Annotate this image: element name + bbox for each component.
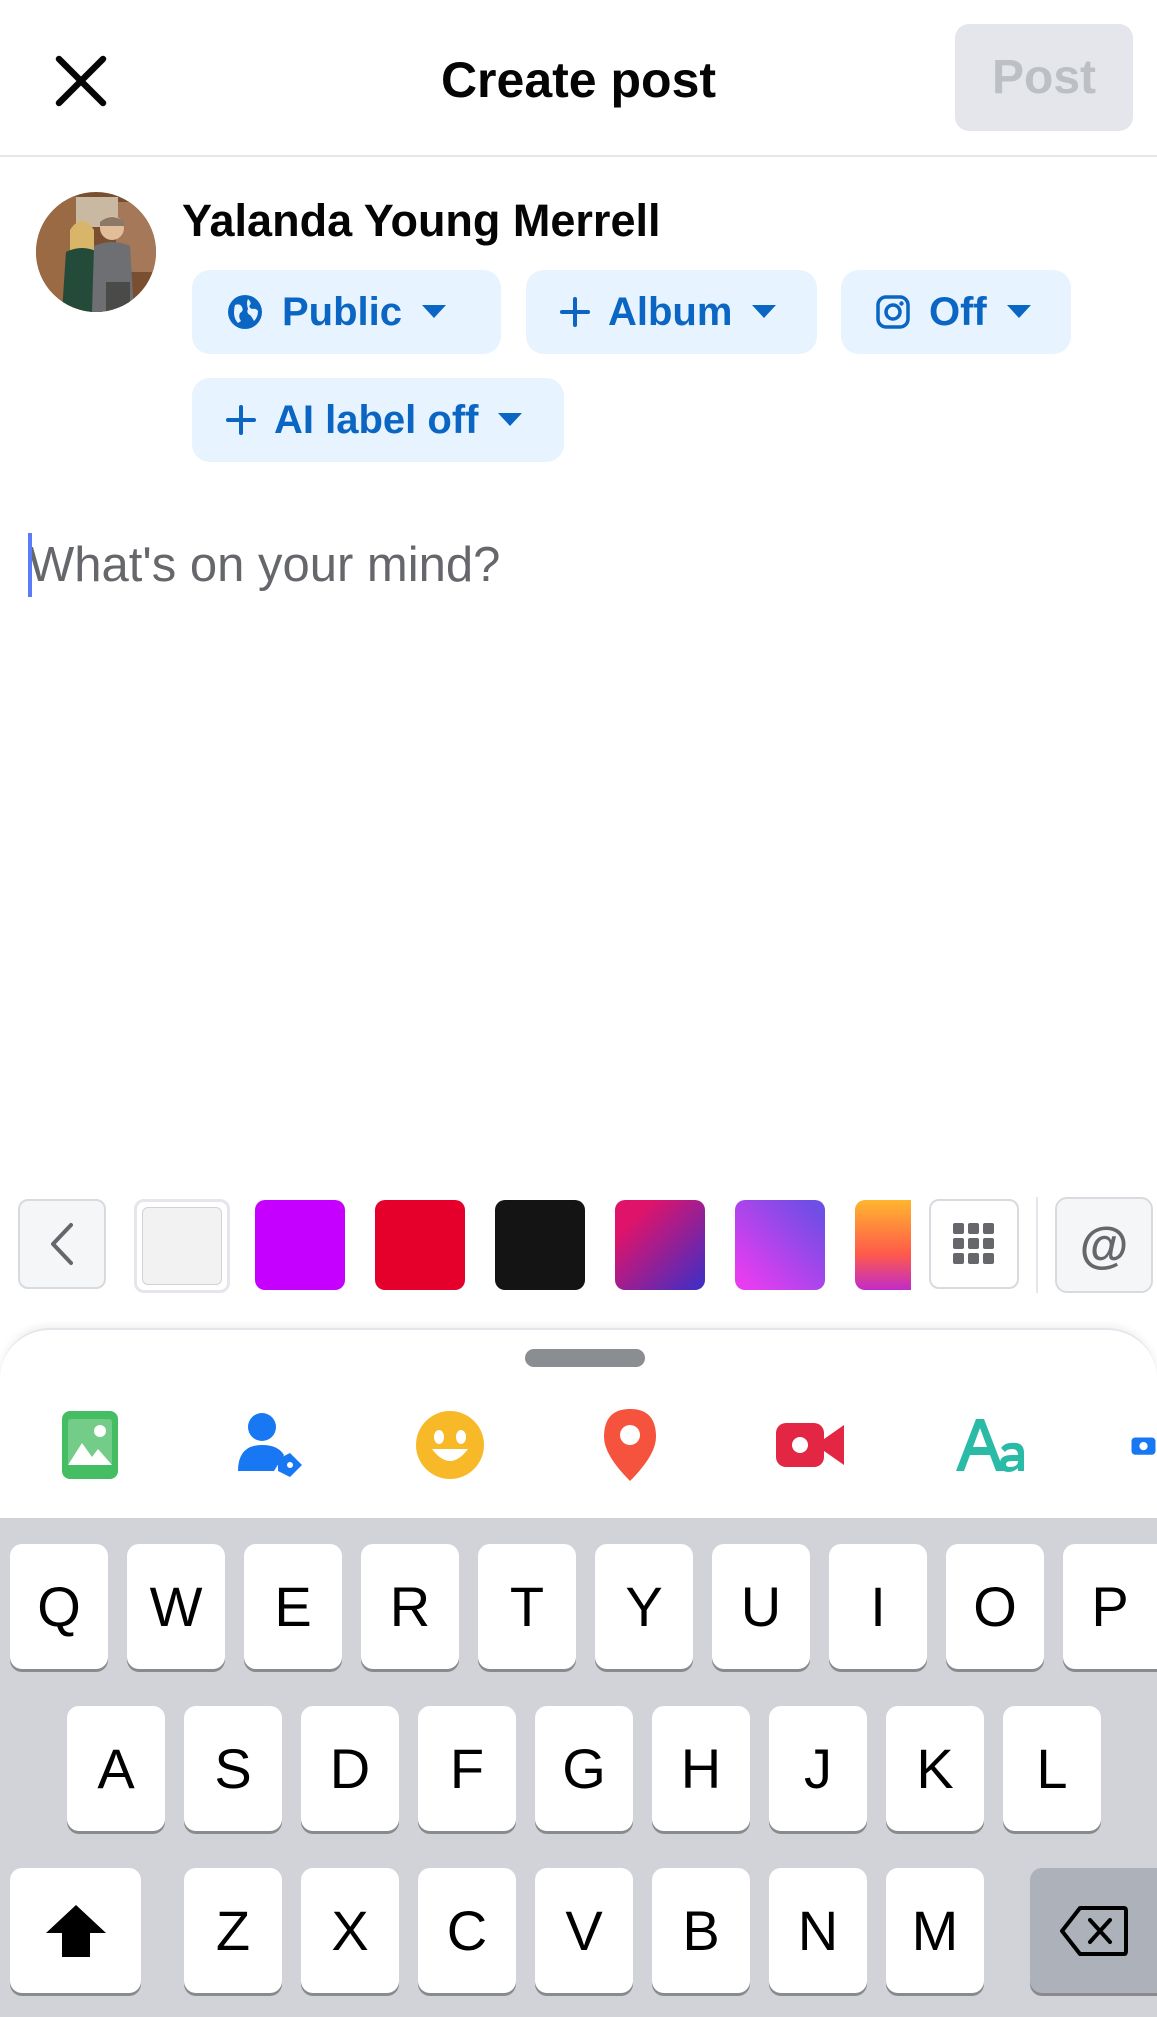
caret-down-icon: [1006, 305, 1031, 318]
tag-people-button[interactable]: [230, 1405, 310, 1485]
camera-icon: [1131, 1437, 1156, 1455]
key-k[interactable]: K: [886, 1706, 984, 1831]
key-g[interactable]: G: [535, 1706, 633, 1831]
shift-key[interactable]: [10, 1868, 141, 1993]
key-i[interactable]: I: [829, 1544, 927, 1669]
more-backgrounds-button[interactable]: [929, 1199, 1019, 1289]
key-o[interactable]: O: [946, 1544, 1044, 1669]
instagram-label: Off: [929, 289, 987, 334]
background-swatch-red[interactable]: [375, 1200, 465, 1290]
key-h[interactable]: H: [652, 1706, 750, 1831]
live-video-icon: [776, 1423, 844, 1467]
ai-label-selector[interactable]: AI label off: [192, 378, 564, 462]
background-swatch-magenta-blue[interactable]: [615, 1200, 705, 1290]
key-j[interactable]: J: [769, 1706, 867, 1831]
photo-button[interactable]: [50, 1405, 130, 1485]
ai-label-text: AI label off: [274, 397, 479, 442]
user-name: Yalanda Young Merrell: [182, 195, 661, 246]
audience-selector[interactable]: Public: [192, 270, 501, 354]
sheet-drag-handle[interactable]: [525, 1349, 645, 1367]
key-w[interactable]: W: [127, 1544, 225, 1669]
post-button[interactable]: Post: [955, 24, 1133, 131]
background-swatch-black[interactable]: [495, 1200, 585, 1290]
avatar: [36, 192, 156, 312]
key-s[interactable]: S: [184, 1706, 282, 1831]
key-u[interactable]: U: [712, 1544, 810, 1669]
feeling-button[interactable]: [410, 1405, 490, 1485]
background-swatch-orange-pink[interactable]: [855, 1200, 911, 1290]
background-swatch-purple-pink[interactable]: [735, 1200, 825, 1290]
key-l[interactable]: L: [1003, 1706, 1101, 1831]
backspace-icon: [1059, 1905, 1128, 1956]
mention-button[interactable]: @: [1055, 1197, 1153, 1293]
globe-icon: [228, 295, 262, 329]
background-swatch-purple[interactable]: [255, 1200, 345, 1290]
plus-icon: [560, 297, 590, 327]
audience-label: Public: [282, 289, 403, 334]
plus-icon: [226, 405, 256, 435]
instagram-share-selector[interactable]: Off: [841, 270, 1071, 354]
header-bar: Create post Post: [0, 0, 1157, 157]
key-y[interactable]: Y: [595, 1544, 693, 1669]
caret-down-icon: [752, 305, 777, 318]
camera-button[interactable]: [1130, 1405, 1157, 1485]
divider: [1036, 1197, 1038, 1293]
key-e[interactable]: E: [244, 1544, 342, 1669]
key-t[interactable]: T: [478, 1544, 576, 1669]
caret-down-icon: [422, 305, 447, 318]
live-video-button[interactable]: [770, 1405, 850, 1485]
text-cursor: [28, 533, 32, 597]
photo-icon: [62, 1411, 118, 1479]
feeling-icon: [416, 1411, 484, 1479]
key-m[interactable]: M: [886, 1868, 984, 1993]
key-v[interactable]: V: [535, 1868, 633, 1993]
post-text-input[interactable]: [28, 530, 1128, 600]
key-n[interactable]: N: [769, 1868, 867, 1993]
key-d[interactable]: D: [301, 1706, 399, 1831]
check-in-button[interactable]: [590, 1405, 670, 1485]
key-x[interactable]: X: [301, 1868, 399, 1993]
grid-icon: [953, 1223, 994, 1264]
key-p[interactable]: P: [1063, 1544, 1157, 1669]
instagram-icon: [876, 295, 910, 329]
key-z[interactable]: Z: [184, 1868, 282, 1993]
location-icon: [604, 1409, 656, 1481]
album-selector[interactable]: Album: [526, 270, 817, 354]
background-swatch-white[interactable]: [134, 1199, 230, 1293]
backspace-key[interactable]: [1030, 1868, 1157, 1993]
key-a[interactable]: A: [67, 1706, 165, 1831]
key-b[interactable]: B: [652, 1868, 750, 1993]
caret-down-icon: [498, 413, 523, 426]
key-c[interactable]: C: [418, 1868, 516, 1993]
key-f[interactable]: F: [418, 1706, 516, 1831]
chevron-left-icon: [51, 1223, 73, 1265]
key-q[interactable]: Q: [10, 1544, 108, 1669]
tag-people-icon: [238, 1413, 302, 1477]
text-style-icon: [956, 1419, 1024, 1472]
shift-arrow-icon: [45, 1904, 106, 1957]
key-r[interactable]: R: [361, 1544, 459, 1669]
text-style-button[interactable]: [950, 1405, 1030, 1485]
collapse-backgrounds-button[interactable]: [18, 1199, 106, 1289]
album-label: Album: [608, 289, 733, 334]
